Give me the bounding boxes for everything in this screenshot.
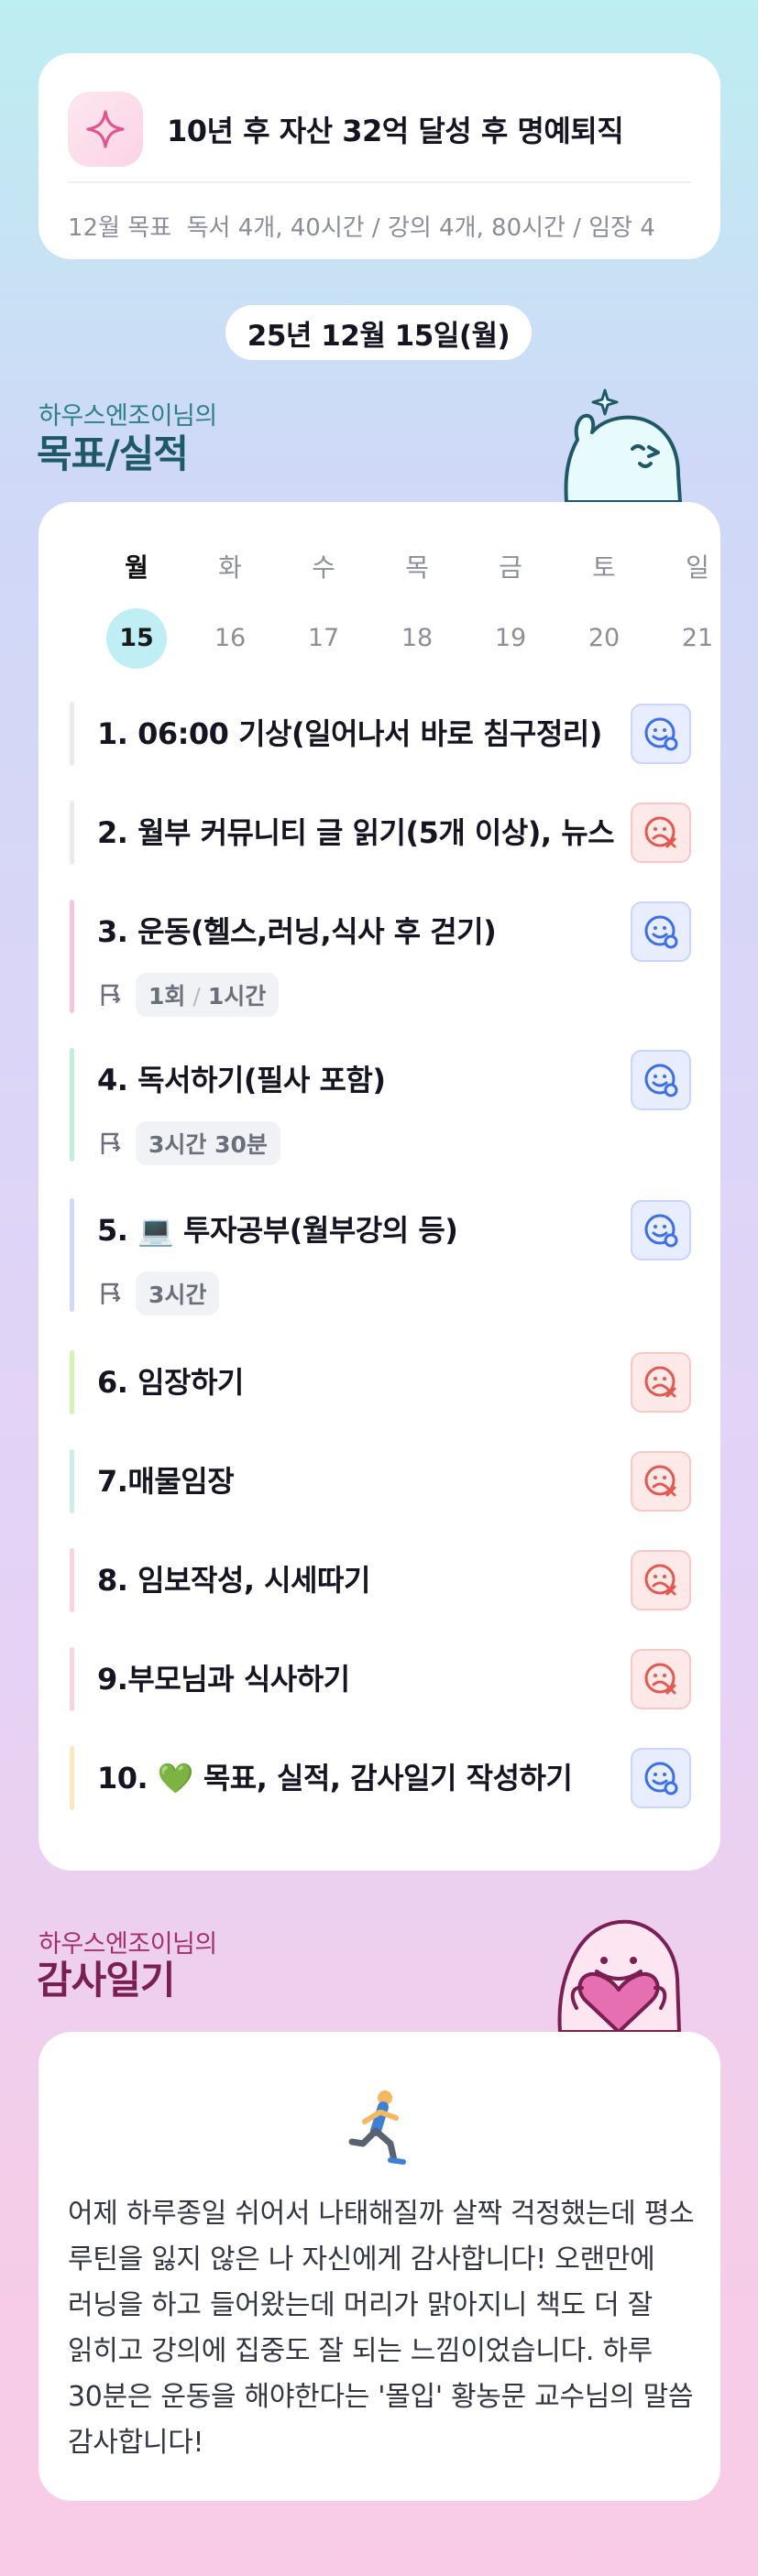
item-title: 6. 임장하기	[97, 1365, 244, 1400]
goal-item[interactable]: 2. 월부 커뮤니티 글 읽기(5개 이상), 뉴스	[70, 801, 693, 865]
goal-item[interactable]: 4. 독서하기(필사 포함) 3시간 30분	[70, 1048, 693, 1165]
flag-icon	[101, 984, 121, 1006]
status-fail-icon[interactable]	[631, 1451, 691, 1512]
flag-icon	[101, 1283, 121, 1304]
item-title: 3. 운동(헬스,러닝,식사 후 걷기)	[97, 914, 497, 949]
goal-item[interactable]: 8. 임보작성, 시세따기	[70, 1548, 693, 1612]
item-progress: 3시간 30분	[97, 1121, 280, 1165]
weekday-mon[interactable]: 월 15	[104, 548, 169, 669]
weekday-tue[interactable]: 화 16	[198, 548, 262, 669]
weekday-label: 화	[218, 552, 242, 583]
divider	[68, 181, 691, 183]
status-fail-icon[interactable]	[631, 1352, 691, 1413]
item-color-bar	[70, 702, 74, 766]
mascot-cheer-icon	[564, 388, 682, 502]
goal-card[interactable]: 10년 후 자산 32억 달성 후 명예퇴직 12월 목표 독서 4개, 40시…	[38, 53, 720, 259]
item-title: 10. 💚 목표, 실적, 감사일기 작성하기	[97, 1761, 573, 1796]
item-title: 8. 임보작성, 시세따기	[97, 1563, 370, 1598]
mascot-heart-icon	[557, 1919, 681, 2032]
goal-item[interactable]: 5. 💻 투자공부(월부강의 등) 3시간	[70, 1198, 693, 1315]
monthly-goal: 12월 목표 독서 4개, 40시간 / 강의 4개, 80시간 / 임장 4	[68, 209, 720, 243]
status-fail-icon[interactable]	[631, 1550, 691, 1610]
status-success-icon[interactable]	[631, 901, 691, 962]
item-color-bar	[70, 1198, 74, 1312]
month-text: 독서 4개, 40시간 / 강의 4개, 80시간 / 임장 4	[186, 214, 655, 242]
weekday-label: 금	[499, 552, 522, 583]
item-color-bar	[70, 900, 74, 1013]
item-title: 1. 06:00 기상(일어나서 바로 침구정리)	[97, 716, 602, 751]
item-title: 9.부모님과 식사하기	[97, 1662, 350, 1697]
weekday-sun[interactable]: 일 21	[665, 548, 730, 669]
goal-item[interactable]: 7.매물임장	[70, 1449, 693, 1513]
item-progress: 1회/1시간	[97, 973, 280, 1017]
status-success-icon[interactable]	[631, 704, 691, 764]
goal-item[interactable]: 9.부모님과 식사하기	[70, 1647, 693, 1711]
goal-item[interactable]: 6. 임장하기	[70, 1350, 693, 1414]
weekday-label: 토	[592, 552, 616, 583]
item-color-bar	[70, 1350, 74, 1414]
item-color-bar	[70, 1647, 74, 1711]
goals-section-title: 목표/실적	[37, 431, 189, 476]
status-success-icon[interactable]	[631, 1200, 691, 1261]
weekday-label: 목	[405, 552, 429, 583]
status-success-icon[interactable]	[631, 1748, 691, 1808]
weekday-label: 수	[312, 552, 335, 583]
goal-item[interactable]: 3. 운동(헬스,러닝,식사 후 걷기) 1회/1시간	[70, 900, 693, 1017]
weekday-label: 일	[686, 552, 709, 583]
weekday-label: 월	[125, 552, 148, 583]
weekday-date: 20	[588, 624, 621, 652]
item-title: 4. 독서하기(필사 포함)	[97, 1063, 386, 1097]
weekday-fri[interactable]: 금 19	[478, 548, 543, 669]
goal-item[interactable]: 1. 06:00 기상(일어나서 바로 침구정리)	[70, 702, 693, 766]
goals-card: 월 15 화 16 수 17 목 18 금 19 토 20 일 21 1. 06…	[38, 502, 720, 1871]
progress-tag: 3시간	[136, 1272, 220, 1315]
item-color-bar	[70, 1048, 74, 1162]
weekday-sat[interactable]: 토 20	[572, 548, 636, 669]
gratitude-section-title: 감사일기	[37, 1958, 176, 2003]
weekday-date: 15	[106, 608, 167, 669]
status-fail-icon[interactable]	[631, 1649, 691, 1709]
gratitude-text: 어제 하루종일 쉬어서 나태해질까 살짝 걱정했는데 평소 루틴을 잃지 않은 …	[68, 2198, 695, 2459]
weekday-date: 18	[401, 624, 434, 652]
item-color-bar	[70, 1746, 74, 1810]
weekday-thu[interactable]: 목 18	[385, 548, 449, 669]
flag-icon	[101, 1132, 121, 1154]
item-progress: 3시간	[97, 1272, 220, 1315]
item-color-bar	[70, 1449, 74, 1513]
progress-tag: 1회/1시간	[136, 973, 280, 1017]
item-title: 2. 월부 커뮤니티 글 읽기(5개 이상), 뉴스	[97, 815, 615, 850]
status-fail-icon[interactable]	[631, 802, 691, 863]
sparkle-icon	[68, 92, 143, 167]
item-title: 5. 💻 투자공부(월부강의 등)	[97, 1213, 458, 1248]
weekday-date: 19	[494, 624, 527, 652]
weekday-wed[interactable]: 수 17	[291, 548, 356, 669]
goal-title: 10년 후 자산 32억 달성 후 명예퇴직	[167, 114, 624, 148]
month-label: 12월 목표	[68, 214, 172, 242]
status-success-icon[interactable]	[631, 1050, 691, 1110]
goal-item[interactable]: 10. 💚 목표, 실적, 감사일기 작성하기	[70, 1746, 693, 1810]
weekday-date: 21	[681, 624, 714, 652]
gratitude-card: 어제 하루종일 쉬어서 나태해질까 살짝 걱정했는데 평소 루틴을 잃지 않은 …	[38, 2032, 720, 2501]
item-color-bar	[70, 1548, 74, 1612]
weekday-date: 17	[307, 624, 340, 652]
item-title: 7.매물임장	[97, 1464, 235, 1499]
runner-icon	[348, 2090, 406, 2165]
item-color-bar	[70, 801, 74, 865]
date-pill[interactable]: 25년 12월 15일(월)	[225, 305, 532, 360]
weekday-date: 16	[214, 624, 247, 652]
progress-tag: 3시간 30분	[136, 1121, 280, 1165]
